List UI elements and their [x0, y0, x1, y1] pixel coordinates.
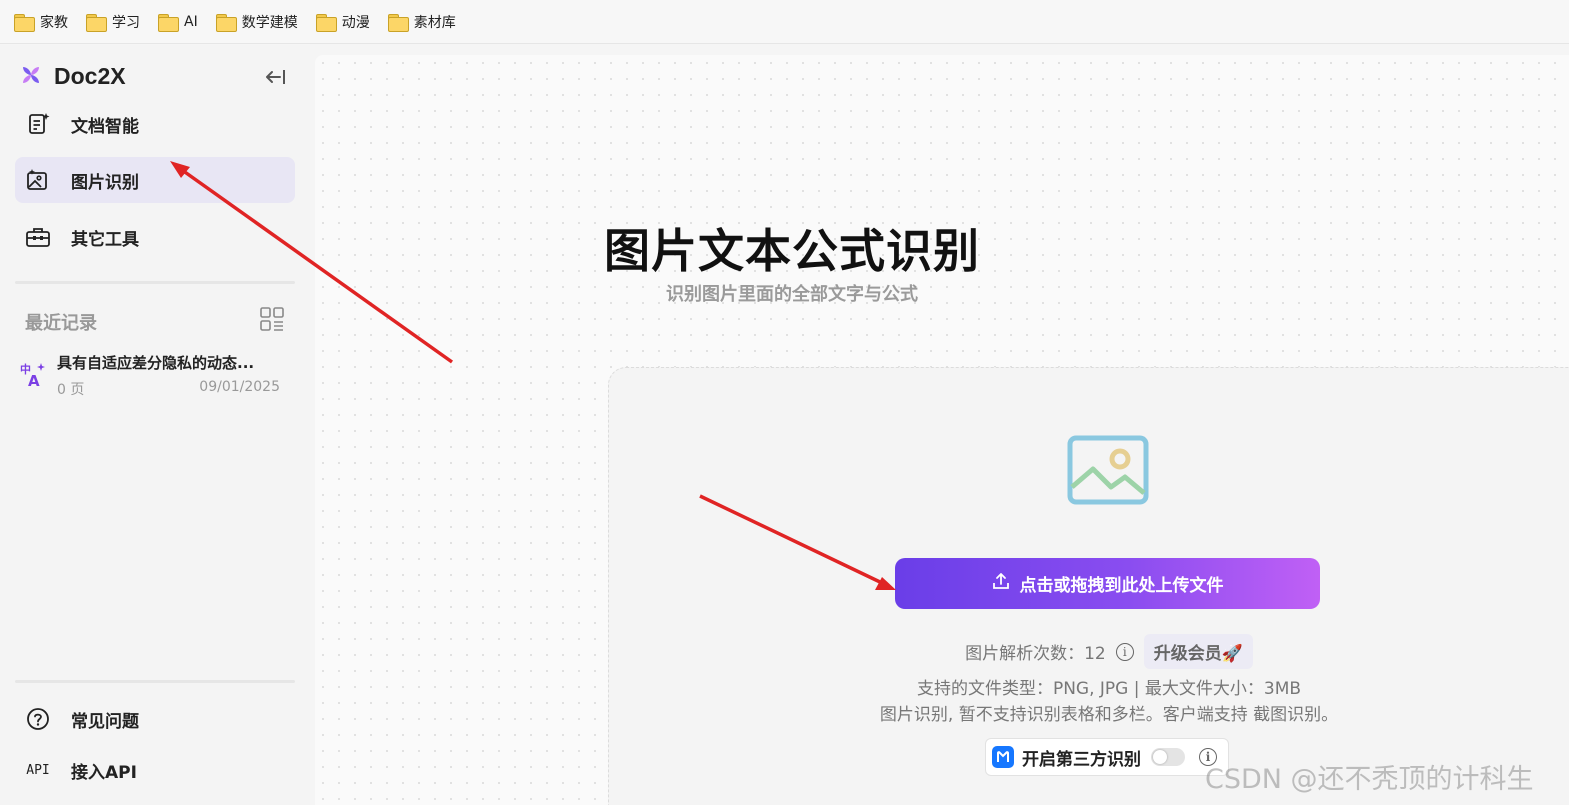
divider [15, 680, 295, 683]
page-subtitle: 识别图片里面的全部文字与公式 [666, 284, 918, 305]
doc2x-logo-icon [20, 64, 42, 90]
brand-name: Doc2X [54, 63, 126, 89]
document-ai-icon [25, 111, 51, 137]
folder-icon [215, 13, 237, 32]
main-content: 图片文本公式识别 识别图片里面的全部文字与公式 点击或拖拽到此处上传文件 图片解… [315, 55, 1569, 805]
mineru-logo-icon [992, 746, 1014, 768]
bookmark-label: 学习 [112, 14, 140, 31]
upload-button[interactable]: 点击或拖拽到此处上传文件 [895, 558, 1320, 609]
bookmark-label: AI [184, 13, 198, 30]
brand[interactable]: Doc2X [20, 63, 126, 90]
quota-row: 图片解析次数：12 i 升级会员🚀 [609, 634, 1569, 669]
bookmark-folder[interactable]: 动漫 [315, 12, 370, 32]
bookmarks-bar: 家教 学习 AI 数学建模 动漫 素材库 [0, 0, 1569, 44]
third-party-recognition: 开启第三方识别 i [985, 738, 1229, 776]
recent-record-name: 具有自适应差分隐私的动态... [57, 354, 255, 372]
folder-icon [387, 13, 409, 32]
bookmark-label: 家教 [40, 14, 68, 31]
bookmark-folder[interactable]: 素材库 [387, 12, 456, 32]
nav-item-image-ai[interactable]: 图片识别 [15, 157, 295, 203]
folder-icon [315, 13, 337, 32]
folder-icon [158, 13, 179, 32]
upload-icon [992, 572, 1010, 595]
nav-item-document-ai[interactable]: 文档智能 [15, 101, 295, 147]
bookmark-folder[interactable]: 学习 [86, 12, 140, 32]
info-icon[interactable]: i [1115, 642, 1134, 661]
sidebar: Doc2X 文档智能 图片识别 其它工具 最近记录 中A 具有自适应差分隐私的动… [0, 45, 310, 805]
supported-types-text: 支持的文件类型：PNG, JPG | 最大文件大小：3MB [916, 679, 1302, 699]
nav-label: 文档智能 [71, 116, 139, 137]
page-title: 图片文本公式识别 [604, 224, 980, 278]
third-party-toggle[interactable] [1151, 748, 1185, 766]
grid-view-icon[interactable] [260, 307, 284, 335]
quota-label: 图片解析次数：12 [965, 644, 1106, 664]
third-party-label: 开启第三方识别 [1022, 749, 1141, 770]
folder-icon [14, 13, 35, 32]
nav-label: 常见问题 [71, 711, 139, 732]
nav-item-faq[interactable]: 常见问题 [15, 696, 295, 742]
nav-label: 图片识别 [71, 172, 139, 193]
bookmark-folder[interactable]: AI [158, 13, 198, 32]
recent-record-date: 09/01/2025 [199, 379, 280, 395]
api-icon: API [25, 757, 51, 783]
watermark: CSDN @还不秃顶的计科生 [1205, 764, 1534, 795]
bookmark-label: 素材库 [413, 14, 456, 31]
image-ai-icon [25, 167, 51, 193]
api-icon-text: API [26, 762, 50, 778]
folder-icon [86, 13, 107, 32]
recent-records-title: 最近记录 [25, 313, 97, 334]
translate-icon: 中A [20, 361, 48, 391]
nav-label: 接入API [71, 762, 137, 783]
bookmark-label: 数学建模 [241, 14, 298, 31]
nav-item-api[interactable]: API 接入API [15, 747, 295, 793]
collapse-sidebar-icon[interactable] [264, 67, 286, 92]
bookmark-folder[interactable]: 数学建模 [215, 12, 298, 32]
recognition-note-text: 图片识别, 暂不支持识别表格和多栏。客户端支持 截图识别。 [879, 705, 1339, 725]
upload-button-label: 点击或拖拽到此处上传文件 [1019, 576, 1224, 596]
recent-record-item[interactable]: 中A 具有自适应差分隐私的动态... 0 页 09/01/2025 [20, 351, 280, 401]
svg-text:A: A [28, 372, 40, 387]
recent-record-pages: 0 页 [57, 382, 85, 398]
help-icon [25, 706, 51, 732]
upgrade-member-button[interactable]: 升级会员🚀 [1143, 634, 1253, 669]
bookmark-label: 动漫 [341, 14, 370, 31]
upload-dropzone[interactable]: 点击或拖拽到此处上传文件 图片解析次数：12 i 升级会员🚀 支持的文件类型：P… [608, 367, 1569, 805]
bookmark-folder[interactable]: 家教 [14, 12, 68, 32]
image-placeholder-icon [1067, 435, 1149, 511]
